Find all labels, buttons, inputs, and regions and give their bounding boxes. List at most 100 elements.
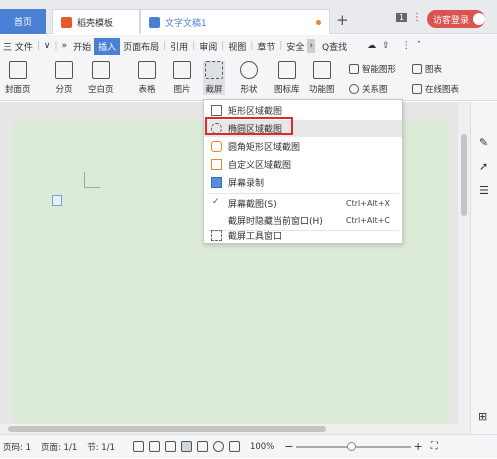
checkmark-icon: ✓ xyxy=(212,197,220,207)
chart-icon xyxy=(412,64,422,74)
menu-tab-layout[interactable]: 页面布局 xyxy=(120,40,162,53)
function-chart-label: 功能图 xyxy=(309,85,335,95)
menu-item-shortcut: Ctrl+Alt+C xyxy=(345,216,390,225)
table-button[interactable]: 表格 xyxy=(138,61,156,95)
menu-tab-view[interactable]: 视图 xyxy=(225,40,249,53)
avatar xyxy=(473,13,485,25)
tab-daoke-templates[interactable]: 稻壳模板 xyxy=(52,9,140,34)
shape-button[interactable]: 形状 xyxy=(240,61,258,95)
new-tab-button[interactable]: + xyxy=(336,11,349,29)
undo-icon[interactable]: ∨ xyxy=(41,41,54,51)
pen-icon[interactable]: ✎ xyxy=(479,136,488,149)
read-mode-icon[interactable] xyxy=(148,441,160,452)
paste-options-icon[interactable] xyxy=(52,195,62,206)
table-icon xyxy=(138,61,156,79)
icon-library-button[interactable]: 图标库 xyxy=(274,61,300,95)
file-menu[interactable]: 三 文件 xyxy=(0,40,36,53)
table-label: 表格 xyxy=(138,85,156,95)
more-options-icon[interactable]: ⋮ xyxy=(399,41,414,51)
zoom-in-button[interactable]: + xyxy=(414,440,423,453)
outline-view-icon[interactable] xyxy=(196,441,208,452)
zoom-slider[interactable] xyxy=(295,435,411,459)
more-chevron-icon[interactable]: » xyxy=(59,41,71,51)
tab-home[interactable]: 首页 xyxy=(0,9,46,34)
rectangle-icon xyxy=(211,105,222,116)
menu-tab-reference[interactable]: 引用 xyxy=(167,40,191,53)
menu-tab-review[interactable]: 审阅 xyxy=(196,40,220,53)
menu-item-screen-capture[interactable]: ✓ 屏幕截图(S) Ctrl+Alt+X xyxy=(204,195,402,212)
chart-button[interactable]: 图表 xyxy=(412,63,442,75)
blank-page-button[interactable]: 空白页 xyxy=(88,61,114,95)
cover-page-label: 封面页 xyxy=(5,85,31,95)
pen-mode-icon[interactable] xyxy=(164,441,176,452)
menu-tab-chapter[interactable]: 章节 xyxy=(254,40,278,53)
picture-button[interactable]: 图片 xyxy=(173,61,191,95)
fit-window-icon[interactable]: ⛶ xyxy=(431,441,438,452)
cover-page-button[interactable]: 封面页 xyxy=(5,61,31,95)
menu-item-custom-capture[interactable]: 自定义区域截图 xyxy=(204,156,402,173)
settings-sliders-icon[interactable]: ☰ xyxy=(479,184,489,197)
unsaved-dot-icon xyxy=(316,20,321,25)
icon-library-icon xyxy=(277,61,296,79)
relation-chart-button[interactable]: 关系图 xyxy=(349,83,388,95)
page-break-button[interactable]: 分页 xyxy=(55,61,73,95)
menu-item-screen-record[interactable]: 屏幕录制 xyxy=(204,174,402,191)
function-chart-button[interactable]: 功能图 xyxy=(309,61,335,95)
menu-item-rounded-rect-capture[interactable]: 圆角矩形区域截图 xyxy=(204,138,402,155)
right-sidebar: ✎ ➚ ☰ ⊞ xyxy=(470,102,497,442)
tab-bar: 首页 稻壳模板 文字文稿1 + 1 ⋮ 访客登录 xyxy=(0,0,497,34)
tab-document[interactable]: 文字文稿1 xyxy=(140,9,330,34)
cursor-icon[interactable]: ➚ xyxy=(479,160,488,173)
collapse-ribbon-icon[interactable]: ˆ xyxy=(414,41,425,51)
smart-shape-icon xyxy=(349,64,359,74)
menu-item-label: 屏幕截图(S) xyxy=(228,200,277,210)
menu-item-label: 矩形区域截图 xyxy=(228,107,283,117)
screenshot-button[interactable]: 截屏 xyxy=(203,61,225,95)
grid-icon[interactable]: ⊞ xyxy=(478,410,487,423)
ribbon-toolbar: 封面页 分页 空白页 表格 图片 截屏 形状 图标库 功能图 智能图形 图表 关… xyxy=(0,57,497,101)
highlight-box xyxy=(205,117,293,135)
login-button[interactable]: 访客登录 xyxy=(427,10,485,28)
menu-tab-start[interactable]: 开始 xyxy=(70,40,94,53)
relation-chart-label: 关系图 xyxy=(362,85,388,95)
smart-shape-button[interactable]: 智能图形 xyxy=(349,63,396,75)
zoom-level[interactable]: 100% xyxy=(250,442,274,452)
web-view-icon[interactable] xyxy=(212,441,224,452)
menu-item-shortcut: Ctrl+Alt+X xyxy=(346,199,390,208)
menu-separator xyxy=(208,193,398,194)
menu-tab-insert[interactable]: 插入 xyxy=(94,37,121,55)
share-icon[interactable]: ⇪ xyxy=(379,41,393,51)
page-view-icon[interactable] xyxy=(180,441,192,452)
shape-icon xyxy=(240,61,258,79)
online-chart-icon xyxy=(412,84,422,94)
menu-bar: 三 文件 | ∨ | » 开始 插入 页面布局 | 引用 | 审阅 | 视图 |… xyxy=(0,35,497,57)
menu-item-screenshot-tool-window[interactable]: 截屏工具窗口 xyxy=(204,227,402,244)
online-chart-button[interactable]: 在线图表 xyxy=(412,83,459,95)
blank-page-label: 空白页 xyxy=(88,85,114,95)
daoke-icon xyxy=(61,16,72,28)
function-chart-icon xyxy=(312,61,331,79)
menu-item-label: 截屏工具窗口 xyxy=(228,232,283,242)
zoom-out-button[interactable]: − xyxy=(284,440,293,453)
cloud-icon[interactable]: ☁ xyxy=(364,41,379,51)
search-button[interactable]: Q查找 xyxy=(319,40,350,53)
shape-label: 形状 xyxy=(240,85,258,95)
write-view-icon[interactable] xyxy=(228,441,240,452)
vertical-scroll-thumb[interactable] xyxy=(461,134,467,216)
relation-chart-icon xyxy=(349,84,359,94)
status-pages: 页面: 1/1 xyxy=(40,442,78,453)
menu-item-label: 屏幕录制 xyxy=(228,179,265,189)
zoom-knob[interactable] xyxy=(346,441,356,451)
horizontal-scrollbar[interactable] xyxy=(0,424,470,434)
page-break-icon xyxy=(55,61,73,79)
online-chart-label: 在线图表 xyxy=(425,85,460,95)
vertical-scrollbar[interactable] xyxy=(458,102,470,424)
window-menu-icon[interactable]: ⋮ xyxy=(412,12,422,23)
horizontal-scroll-thumb[interactable] xyxy=(8,426,326,432)
fullscreen-icon[interactable] xyxy=(132,441,144,452)
page-break-label: 分页 xyxy=(55,85,73,95)
tab-daoke-label: 稻壳模板 xyxy=(77,18,114,29)
chart-label: 图表 xyxy=(425,65,443,75)
menu-tab-security[interactable]: 安全 xyxy=(283,40,307,53)
menu-scroll-right-icon[interactable]: › xyxy=(307,39,316,53)
